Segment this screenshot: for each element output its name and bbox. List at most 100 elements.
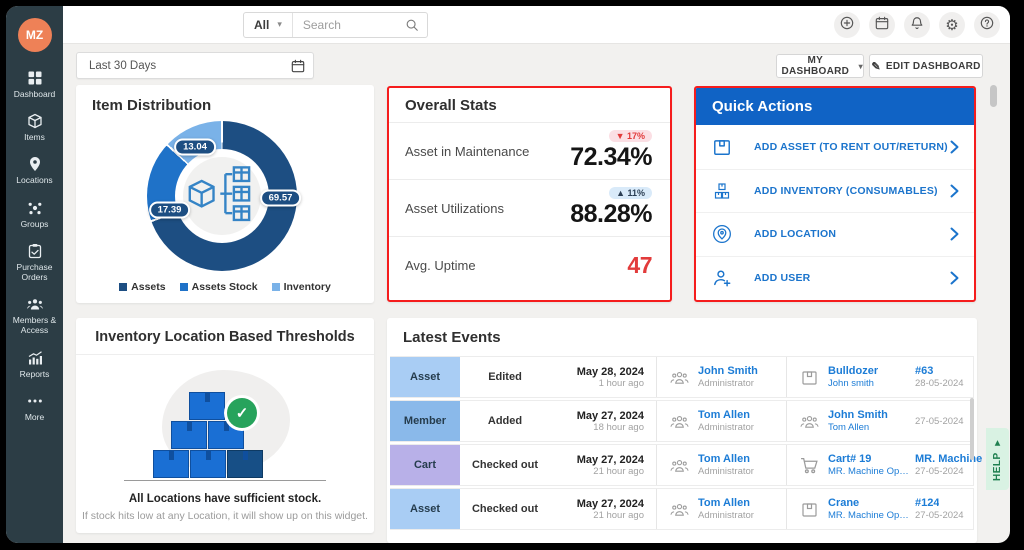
items-icon — [27, 113, 43, 129]
event-item-cell: Bulldozer John smith — [786, 357, 911, 397]
quick-action-add-user[interactable]: ADD USER — [696, 255, 974, 300]
quick-action-add-asset-to-rent-out-return[interactable]: ADD ASSET (TO RENT OUT/RETURN) — [696, 125, 974, 169]
legend-swatch — [179, 283, 188, 291]
box-icon — [800, 501, 819, 518]
widget-title: Item Distribution — [92, 97, 212, 114]
event-item-link[interactable]: Bulldozer — [828, 365, 878, 377]
quick-action-add-inventory-consumables[interactable]: ADD INVENTORY (CONSUMABLES) — [696, 168, 974, 213]
donut-hole — [175, 149, 269, 243]
sidebar-item-reports[interactable]: Reports — [6, 350, 63, 379]
event-actor-link[interactable]: Tom Allen — [698, 409, 754, 421]
event-item-sub[interactable]: MR. Machine Operator... — [828, 466, 911, 477]
help-button[interactable] — [974, 11, 1000, 38]
event-row: Asset Edited May 28, 2024 1 hour ago John Sm… — [390, 356, 974, 398]
sidebar-item-items[interactable]: Items — [6, 113, 63, 142]
event-item-sub[interactable]: MR. Machine Operator... — [828, 510, 911, 521]
event-item-link[interactable]: Cart# 19 — [828, 453, 911, 465]
stat-row: Asset in Maintenance ▼ 17% 72.34% — [389, 123, 670, 180]
legend-item[interactable]: Assets — [119, 281, 166, 293]
add-button[interactable] — [834, 11, 860, 38]
sidebar-item-members-access[interactable]: Members & Access — [6, 296, 63, 335]
help-tab-label: HELP — [992, 452, 1003, 481]
inventory-thresholds-widget: Inventory Location Based Thresholds ✓ Al… — [76, 318, 374, 533]
quick-actions-header: Quick Actions — [696, 88, 974, 125]
event-actor-role: Administrator — [698, 422, 754, 433]
legend-swatch — [119, 283, 128, 291]
event-ref-link[interactable]: #124 — [915, 497, 939, 509]
sidebar-item-label: Members & Access — [12, 315, 57, 336]
event-row: Cart Checked out May 27, 2024 21 hour ago To… — [390, 444, 982, 486]
events-scrollbar[interactable] — [970, 398, 974, 460]
stat-value-group: ▼ 17% 72.34% — [570, 130, 652, 172]
quick-action-add-location[interactable]: ADD LOCATION — [696, 212, 974, 256]
chevron-down-icon: ▾ — [858, 61, 863, 71]
topbar: All ▾ ⚙ — [63, 6, 1010, 44]
event-actor-link[interactable]: John Smith — [698, 365, 758, 377]
event-actor-link[interactable]: Tom Allen — [698, 453, 754, 465]
event-type-chip: Cart — [390, 445, 460, 485]
sidebar-item-dashboard[interactable]: Dashboard — [6, 70, 63, 99]
event-item-link[interactable]: John Smith — [828, 409, 888, 421]
trend-badge: ▲ 11% — [609, 187, 652, 199]
notifications-button[interactable] — [904, 11, 930, 38]
edit-dashboard-button[interactable]: ✎ EDIT DASHBOARD — [869, 54, 983, 78]
chevron-down-icon: ▾ — [277, 19, 282, 29]
event-item-sub[interactable]: John smith — [828, 378, 878, 389]
search-icon[interactable] — [405, 18, 419, 32]
event-item-sub[interactable]: Tom Allen — [828, 422, 888, 433]
legend-label: Inventory — [283, 281, 331, 293]
page-scrollbar[interactable] — [990, 85, 997, 107]
event-date-ago: 21 hour ago — [593, 509, 644, 521]
event-item-link[interactable]: Crane — [828, 497, 911, 509]
event-item-cell: CraneMR. Machine Operator... — [786, 489, 911, 529]
event-date-ago: 18 hour ago — [593, 421, 644, 433]
members-icon — [26, 296, 43, 312]
event-date-value: May 27, 2024 — [576, 453, 644, 466]
sidebar-item-more[interactable]: More — [6, 393, 63, 422]
search-input[interactable] — [292, 17, 405, 32]
legend-item[interactable]: Inventory — [271, 281, 331, 293]
chevron-right-icon — [949, 227, 960, 241]
groups-icon — [27, 200, 43, 216]
date-range-value: Last 30 Days — [89, 59, 157, 72]
event-action: Checked out — [471, 503, 538, 515]
calendar-icon — [875, 16, 889, 33]
topbar-actions: ⚙ — [834, 11, 1000, 38]
edit-dashboard-label: EDIT DASHBOARD — [885, 60, 981, 72]
sidebar-item-purchase-orders[interactable]: Purchase Orders — [6, 243, 63, 282]
sidebar-item-locations[interactable]: Locations — [6, 156, 63, 185]
widget-title: Latest Events — [403, 329, 501, 346]
more-icon — [27, 393, 43, 409]
calendar-icon — [291, 59, 305, 73]
stat-value: 88.28% — [570, 200, 652, 228]
settings-button[interactable]: ⚙ — [939, 11, 965, 38]
legend-swatch — [271, 283, 280, 291]
event-ref-cell: #124 27-05-2024 — [911, 489, 1010, 529]
widget-title: Quick Actions — [712, 98, 813, 115]
event-ref-link[interactable]: #63 — [915, 365, 933, 377]
date-range-filter[interactable]: Last 30 Days — [76, 52, 314, 79]
sidebar-items: Dashboard Items Locations Groups Purchase Or… — [6, 70, 63, 436]
sidebar-item-groups[interactable]: Groups — [6, 200, 63, 229]
sidebar-item-label: Groups — [20, 218, 49, 229]
legend-item[interactable]: Assets Stock — [179, 281, 258, 293]
calendar-button[interactable] — [869, 11, 895, 38]
sidebar-item-label: Reports — [19, 368, 50, 379]
baseline — [124, 480, 326, 481]
dashboard-content: Last 30 Days MY DASHBOARD ▾ ✎ EDIT DASHB… — [63, 44, 1010, 543]
asset-box-icon — [712, 137, 732, 157]
my-dashboard-button[interactable]: MY DASHBOARD ▾ — [776, 54, 864, 78]
help-tab[interactable]: HELP ▾ — [986, 428, 1009, 490]
people-icon — [800, 413, 819, 430]
event-ref-date: 27-05-2024 — [915, 466, 964, 477]
search-scope-dropdown[interactable]: All ▾ — [244, 12, 293, 37]
event-actor-cell: Tom Allen Administrator — [656, 401, 774, 441]
donut-value-label: 17.39 — [148, 201, 191, 218]
event-action: Added — [487, 415, 523, 427]
stat-label: Asset Utilizations — [405, 200, 504, 216]
event-actor-link[interactable]: Tom Allen — [698, 497, 754, 509]
avatar[interactable]: MZ — [17, 18, 52, 52]
event-actor-role: Administrator — [698, 466, 754, 477]
global-search: All ▾ — [243, 11, 428, 38]
stat-value: 72.34% — [570, 143, 652, 171]
